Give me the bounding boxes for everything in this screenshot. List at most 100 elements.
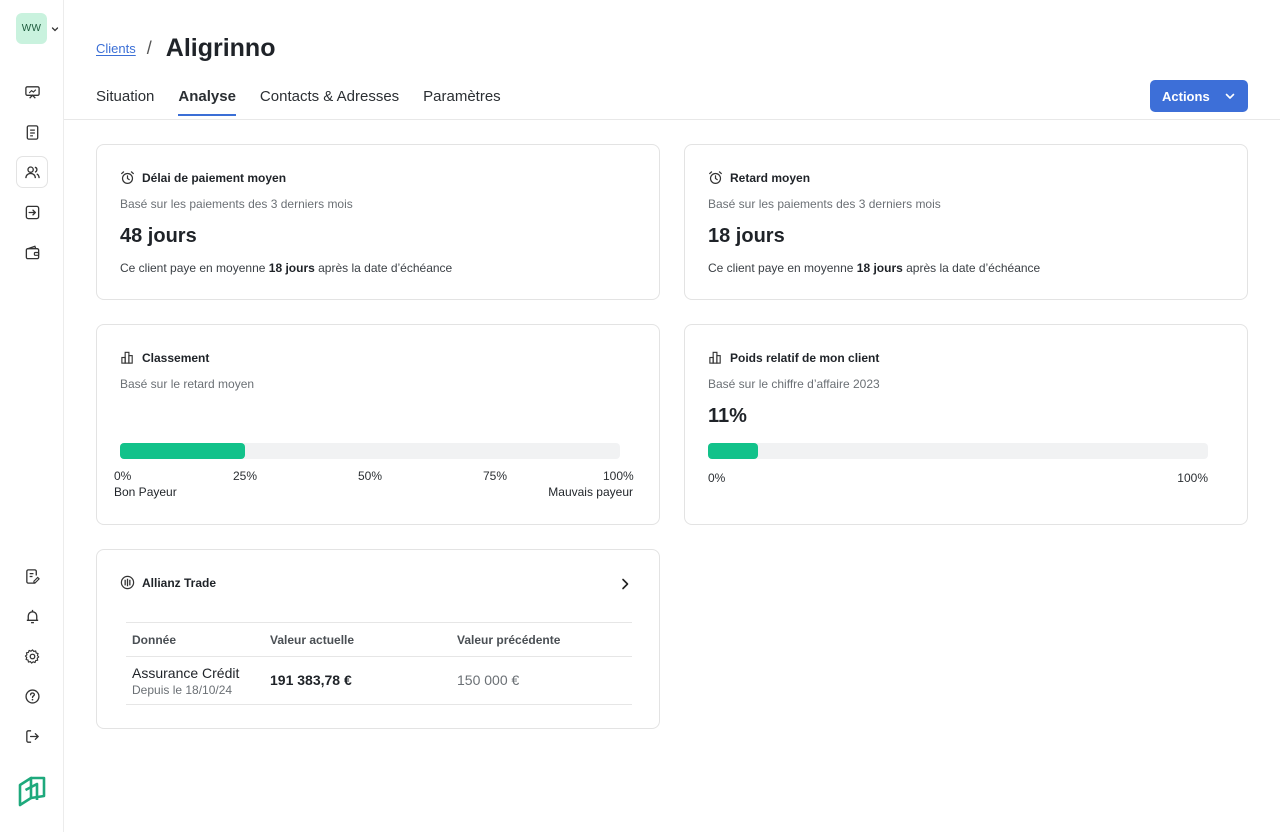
actions-button-label: Actions [1162, 88, 1210, 104]
tick-label: 0% [114, 469, 132, 483]
metric-note: Ce client paye en moyenne 18 jours après… [708, 261, 1040, 275]
tick-label-max: 100% [1177, 471, 1208, 485]
ranking-progress-fill [120, 443, 245, 459]
gear-icon [24, 648, 39, 664]
column-header: Donnée [126, 622, 264, 657]
nav-help[interactable] [16, 680, 48, 712]
nav-invoices[interactable] [16, 116, 48, 148]
current-value: 191 383,78 € [270, 671, 352, 688]
wallet-icon [25, 245, 39, 259]
note-prefix: Ce client paye en moyenne [120, 261, 269, 275]
chevron-down-icon [1225, 93, 1235, 99]
page-title: Aligrinno [165, 34, 276, 62]
card-poids-relatif: Poids relatif de mon client Basé sur le … [684, 324, 1248, 525]
nav-dashboard[interactable] [16, 76, 48, 108]
chevron-right-icon[interactable] [618, 577, 632, 591]
metric-value: 11% [708, 405, 747, 427]
nav-inbox[interactable] [16, 196, 48, 228]
column-header: Valeur actuelle [264, 622, 451, 657]
card-title: Classement [142, 350, 210, 365]
scale-label-right: Mauvais payeur [548, 485, 633, 499]
workspace-switcher[interactable]: WW [16, 13, 60, 44]
note-suffix: après la date d’échéance [902, 261, 1041, 275]
nav-notifications[interactable] [16, 600, 48, 632]
bar-chart-icon [709, 351, 721, 364]
tab-analyse[interactable]: Analyse [178, 88, 236, 116]
card-title: Délai de paiement moyen [142, 170, 287, 185]
tab-situation[interactable]: Situation [96, 88, 154, 116]
card-subtitle: Basé sur le retard moyen [120, 377, 255, 391]
table-cell: 191 383,78 € [264, 656, 451, 705]
logout-icon [25, 729, 39, 743]
card-header: Poids relatif de mon client [708, 350, 879, 365]
metric-note: Ce client paye en moyenne 18 jours après… [120, 261, 452, 275]
breadcrumb-separator: / [146, 38, 152, 58]
sidebar: WW [0, 0, 64, 832]
bar-chart-icon [121, 351, 133, 364]
app-logo [18, 776, 46, 807]
tick-label: 75% [483, 469, 508, 483]
users-icon [24, 165, 40, 178]
previous-value: 150 000 € [457, 671, 520, 688]
nav-settings[interactable] [16, 640, 48, 672]
scale-label-left: Bon Payeur [114, 485, 177, 499]
presentation-icon [24, 85, 40, 99]
nav-edit-document[interactable] [16, 560, 48, 592]
card-subtitle: Basé sur le chiffre d’affaire 2023 [708, 377, 880, 391]
card-header: Retard moyen [708, 170, 810, 185]
column-header: Valeur précédente [451, 622, 632, 657]
ranking-progress-bar [120, 443, 620, 459]
note-bold: 18 jours [268, 261, 315, 275]
card-header: Allianz Trade [120, 575, 216, 590]
card-header: Classement [120, 350, 209, 365]
card-title: Retard moyen [730, 170, 811, 185]
tick-label: 50% [358, 469, 383, 483]
metric-value: 18 jours [708, 225, 785, 247]
allianz-logo-icon [120, 575, 135, 590]
card-subtitle: Basé sur les paiements des 3 derniers mo… [120, 197, 353, 211]
weight-progress-fill [708, 443, 758, 459]
actions-button[interactable]: Actions [1150, 80, 1248, 112]
alarm-clock-icon [709, 171, 722, 185]
metric-value: 48 jours [120, 225, 197, 247]
tick-label-min: 0% [708, 471, 726, 485]
inbox-icon [25, 205, 39, 219]
nav-logout[interactable] [16, 720, 48, 752]
document-icon [26, 124, 38, 140]
card-header: Délai de paiement moyen [120, 170, 286, 185]
card-allianz-trade: Allianz Trade Donnée Valeur actuelle Val… [96, 549, 660, 729]
workspace-avatar[interactable]: WW [16, 13, 47, 44]
tab-bar: Situation Analyse Contacts & Adresses Pa… [96, 88, 525, 116]
table-row: Assurance Crédit Depuis le 18/10/24 191 … [126, 656, 632, 705]
row-label: Assurance Crédit [132, 664, 240, 681]
card-classement: Classement Basé sur le retard moyen 0% 2… [96, 324, 660, 525]
tab-parametres[interactable]: Paramètres [423, 88, 501, 116]
note-bold: 18 jours [856, 261, 903, 275]
weight-progress-bar [708, 443, 1208, 459]
table-cell: 150 000 € [451, 656, 632, 705]
chevron-down-icon[interactable] [50, 24, 60, 34]
card-subtitle: Basé sur les paiements des 3 derniers mo… [708, 197, 941, 211]
tab-contacts-adresses[interactable]: Contacts & Adresses [260, 88, 399, 116]
nav-wallet[interactable] [16, 236, 48, 268]
table-header-row: Donnée Valeur actuelle Valeur précédente [126, 622, 632, 657]
note-prefix: Ce client paye en moyenne [708, 261, 857, 275]
note-suffix: après la date d’échéance [314, 261, 453, 275]
breadcrumb-clients-link[interactable]: Clients [96, 41, 136, 56]
tick-label: 25% [233, 469, 258, 483]
bell-icon [26, 609, 38, 623]
card-title: Allianz Trade [142, 575, 217, 590]
header-divider [64, 119, 1280, 120]
table-cell: Assurance Crédit Depuis le 18/10/24 [126, 656, 264, 705]
allianz-table: Donnée Valeur actuelle Valeur précédente… [126, 622, 632, 705]
card-retard-moyen: Retard moyen Basé sur les paiements des … [684, 144, 1248, 300]
help-icon [24, 688, 40, 704]
row-sublabel: Depuis le 18/10/24 [132, 682, 233, 697]
alarm-clock-icon [121, 171, 134, 185]
edit-document-icon [25, 568, 40, 584]
breadcrumb: Clients / Aligrinno [96, 34, 275, 63]
nav-clients[interactable] [16, 156, 48, 188]
tick-label: 100% [603, 469, 634, 483]
card-delai-paiement: Délai de paiement moyen Basé sur les pai… [96, 144, 660, 300]
card-title: Poids relatif de mon client [730, 350, 880, 365]
